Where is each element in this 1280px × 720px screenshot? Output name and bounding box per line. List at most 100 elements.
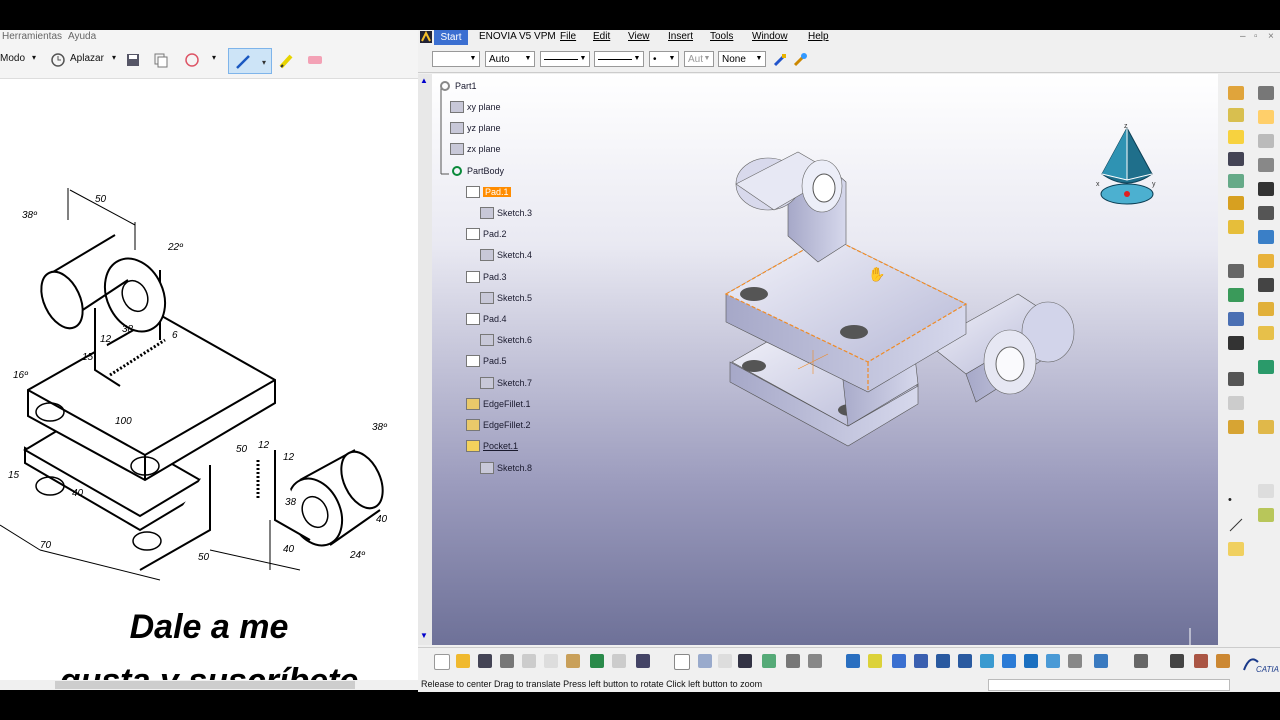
sketch-tool-icon[interactable]: [1258, 134, 1274, 148]
shaft-tool-icon[interactable]: [1228, 130, 1244, 144]
render-tool-icon[interactable]: [1258, 420, 1274, 434]
chamfer-tool-icon[interactable]: [1258, 206, 1274, 220]
law-icon[interactable]: [718, 654, 732, 668]
slot-tool-icon[interactable]: [1228, 220, 1244, 234]
pattern-tool-icon[interactable]: [1228, 288, 1244, 302]
tree-item-sketch7[interactable]: Sketch.7: [480, 377, 532, 389]
tree-item-part1[interactable]: Part1: [438, 80, 477, 92]
rotate-icon[interactable]: [914, 654, 928, 668]
delay-button[interactable]: Aplazar: [70, 53, 104, 64]
fly-mode-icon[interactable]: [846, 654, 860, 668]
menu-ayuda[interactable]: Ayuda: [68, 31, 96, 42]
plane-definition-icon[interactable]: [1228, 542, 1244, 556]
tree-item-yz-plane[interactable]: yz plane: [450, 122, 501, 134]
highlighter-icon[interactable]: [278, 52, 296, 70]
tree-item-edgefillet1[interactable]: EdgeFillet.1: [466, 398, 531, 410]
color-dropdown[interactable]: ▼: [432, 51, 480, 67]
redo-icon[interactable]: [612, 654, 626, 668]
line-tool-icon[interactable]: [1228, 518, 1244, 532]
chevron-down-icon[interactable]: ▾: [112, 53, 116, 62]
scrollbar-thumb[interactable]: [55, 681, 355, 689]
clock-icon[interactable]: [50, 52, 66, 68]
tree-item-zx-plane[interactable]: zx plane: [450, 143, 501, 155]
groove-tool-icon[interactable]: [1228, 152, 1244, 166]
mode-button[interactable]: Modo: [0, 53, 25, 64]
power-input-field[interactable]: [988, 679, 1230, 691]
thickness-dropdown[interactable]: ▼: [594, 51, 644, 67]
point-dropdown[interactable]: • ▼: [649, 51, 679, 67]
whats-this-icon[interactable]: [636, 654, 650, 668]
tree-item-pad1[interactable]: Pad.1: [466, 186, 511, 198]
catia-app-icon[interactable]: [420, 31, 432, 43]
tree-item-pocket1[interactable]: Pocket.1: [466, 440, 518, 452]
fillet-tool-icon[interactable]: [1258, 182, 1274, 196]
layer-value-dropdown[interactable]: Aut ▼: [684, 51, 714, 67]
shell-tool-icon[interactable]: [1258, 254, 1274, 268]
cut-icon[interactable]: [522, 654, 536, 668]
apply-material-icon[interactable]: [1228, 420, 1244, 434]
hide-show-icon[interactable]: [1068, 654, 1082, 668]
send-icon[interactable]: [182, 52, 202, 68]
undo-icon[interactable]: [590, 654, 604, 668]
mirror-tool-icon[interactable]: [1258, 278, 1274, 292]
painter-icon[interactable]: [772, 52, 788, 68]
menu-window[interactable]: Window: [752, 31, 788, 42]
swap-visible-space-icon[interactable]: [1094, 654, 1108, 668]
pad-tool-icon[interactable]: [1228, 86, 1244, 100]
formula-icon[interactable]: [674, 654, 690, 670]
tree-item-sketch5[interactable]: Sketch.5: [480, 292, 532, 304]
new-icon[interactable]: [434, 654, 450, 670]
tree-item-edgefillet2[interactable]: EdgeFillet.2: [466, 419, 531, 431]
text-tool-icon[interactable]: [1228, 372, 1244, 386]
print-icon[interactable]: [500, 654, 514, 668]
analysis-tool-icon[interactable]: [1258, 360, 1274, 374]
normal-view-icon[interactable]: [980, 654, 994, 668]
scroll-up-icon[interactable]: ▲: [420, 76, 428, 85]
plane-tool-icon[interactable]: [1258, 484, 1274, 498]
axis-tool-icon[interactable]: [1228, 336, 1244, 350]
save-icon[interactable]: [125, 52, 141, 68]
layer-dropdown[interactable]: None ▼: [718, 51, 766, 67]
constraint-icon[interactable]: [1258, 158, 1274, 172]
rib-tool-icon[interactable]: [1228, 196, 1244, 210]
select-cursor-icon[interactable]: [1258, 110, 1274, 124]
point-tool-icon[interactable]: •: [1228, 494, 1244, 508]
horizontal-scrollbar[interactable]: [0, 680, 418, 690]
analysis-icon[interactable]: [786, 654, 800, 668]
menu-file[interactable]: File: [560, 31, 576, 42]
scroll-down-icon[interactable]: ▼: [420, 631, 428, 640]
thickness-tool-icon[interactable]: [1228, 264, 1244, 278]
chevron-down-icon[interactable]: ▾: [32, 53, 36, 62]
menu-view[interactable]: View: [628, 31, 650, 42]
geometry-tool-icon[interactable]: [1258, 508, 1274, 522]
open-icon[interactable]: [456, 654, 470, 668]
tree-item-partbody[interactable]: PartBody: [450, 165, 504, 177]
restore-icon[interactable]: ▫: [1254, 31, 1258, 42]
tree-item-xy-plane[interactable]: xy plane: [450, 101, 501, 113]
menu-herramientas[interactable]: Herramientas: [2, 31, 62, 42]
inertia-icon[interactable]: [1216, 654, 1230, 668]
paste-icon[interactable]: [566, 654, 580, 668]
iso-view-icon[interactable]: [1024, 654, 1038, 668]
measure-tool-icon[interactable]: [1228, 312, 1244, 326]
tree-item-pad2[interactable]: Pad.2: [466, 228, 507, 240]
tree-item-sketch8[interactable]: Sketch.8: [480, 462, 532, 474]
pocket-tool-icon[interactable]: [1228, 108, 1244, 122]
pan-icon[interactable]: [892, 654, 906, 668]
design-table-icon[interactable]: [738, 654, 752, 668]
measure-between-icon[interactable]: [1170, 654, 1184, 668]
close-icon[interactable]: ×: [1268, 31, 1274, 42]
compass-icon[interactable]: z x y: [1094, 122, 1160, 214]
knowledge-icon[interactable]: [698, 654, 712, 668]
3d-viewport[interactable]: ▲ ▼ Part1 xy plane yz plane zx plane Par…: [418, 74, 1218, 645]
vertical-scrollbar[interactable]: ▲ ▼: [418, 74, 432, 645]
tree-item-sketch4[interactable]: Sketch.4: [480, 249, 532, 261]
split-tool-icon[interactable]: [1258, 302, 1274, 316]
tree-item-sketch6[interactable]: Sketch.6: [480, 334, 532, 346]
tree-item-pad4[interactable]: Pad.4: [466, 313, 507, 325]
menu-enovia[interactable]: ENOVIA V5 VPM: [479, 31, 556, 42]
hole-tool-icon[interactable]: [1228, 174, 1244, 188]
properties-painter-icon[interactable]: [792, 52, 808, 68]
eraser-icon[interactable]: [305, 52, 325, 68]
save-icon[interactable]: [478, 654, 492, 668]
